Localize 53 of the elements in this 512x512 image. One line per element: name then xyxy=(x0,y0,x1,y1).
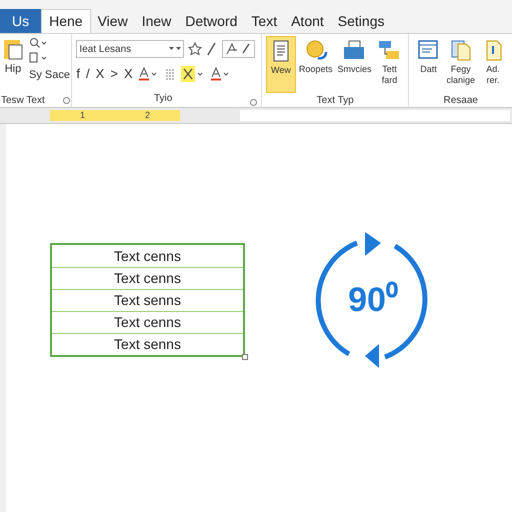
blocks-icon xyxy=(377,38,402,62)
font-icon xyxy=(226,43,238,55)
ribbon-tab[interactable]: Detword xyxy=(178,9,244,33)
format-button[interactable]: / xyxy=(86,64,90,84)
paste-button[interactable]: Hip xyxy=(0,37,26,78)
ribbon-button[interactable]: Fegy clanige xyxy=(444,36,477,93)
table-cell: Text cenns xyxy=(52,311,243,333)
ribbon-tab[interactable]: Atont xyxy=(284,9,331,33)
highlight-icon[interactable] xyxy=(180,66,205,82)
format-button[interactable]: f xyxy=(76,64,80,84)
text-color-icon[interactable] xyxy=(210,66,231,81)
font-color-icon[interactable] xyxy=(138,66,159,81)
format-button[interactable]: X xyxy=(96,64,104,84)
ribbon-button[interactable]: Ad. rer. xyxy=(478,36,508,93)
group-label: Tesw Text xyxy=(1,94,45,108)
ribbon-tab[interactable]: Inew xyxy=(134,9,178,33)
font-field[interactable]: Ieat Lesans xyxy=(76,40,184,58)
launcher-icon[interactable] xyxy=(250,99,257,106)
ribbon-tab[interactable]: Text xyxy=(244,9,284,33)
table-cell: Text senns xyxy=(52,333,243,355)
ribbon-button[interactable]: Roopets xyxy=(296,36,334,93)
ribbon-button[interactable]: Smvcies xyxy=(335,36,374,93)
folder-icon xyxy=(342,38,366,62)
group-label: Tyio xyxy=(154,92,172,106)
ruler-number: 1 xyxy=(80,108,85,122)
file-tab[interactable]: Us xyxy=(0,9,42,33)
launcher-icon[interactable] xyxy=(63,96,70,104)
table-cell: Text senns xyxy=(52,289,243,311)
ribbon-button[interactable]: Wew xyxy=(266,36,296,93)
ribbon-tab[interactable]: Hene xyxy=(41,9,91,33)
style-button[interactable] xyxy=(222,40,256,58)
table-cell: Text cenns xyxy=(52,267,243,289)
ribbon-tab[interactable]: Setings xyxy=(330,9,392,33)
circle-icon xyxy=(304,38,328,62)
window-icon xyxy=(416,38,440,62)
format-button[interactable]: Sy Sace xyxy=(29,67,70,84)
ribbon-button[interactable]: Datt xyxy=(413,36,444,93)
dropdown-icon xyxy=(169,46,182,52)
ruler-number: 2 xyxy=(144,108,150,122)
ribbon-button[interactable]: Tett fard xyxy=(374,36,404,93)
search-icon[interactable] xyxy=(29,37,47,49)
table-cell-text: Text cenns xyxy=(113,246,182,266)
rotation-label: 90⁰ xyxy=(348,280,398,320)
list-icon[interactable] xyxy=(164,68,175,80)
resize-handle[interactable] xyxy=(242,354,248,360)
pages-icon xyxy=(448,38,473,62)
format-button[interactable]: > xyxy=(110,64,118,84)
group-label: Text Typ xyxy=(316,94,355,107)
group-label: Resaae xyxy=(442,94,479,107)
format-button[interactable]: X xyxy=(124,64,133,84)
copy-icon[interactable] xyxy=(29,52,47,64)
ribbon-tab[interactable]: View xyxy=(90,9,135,33)
star-icon[interactable] xyxy=(188,42,202,56)
